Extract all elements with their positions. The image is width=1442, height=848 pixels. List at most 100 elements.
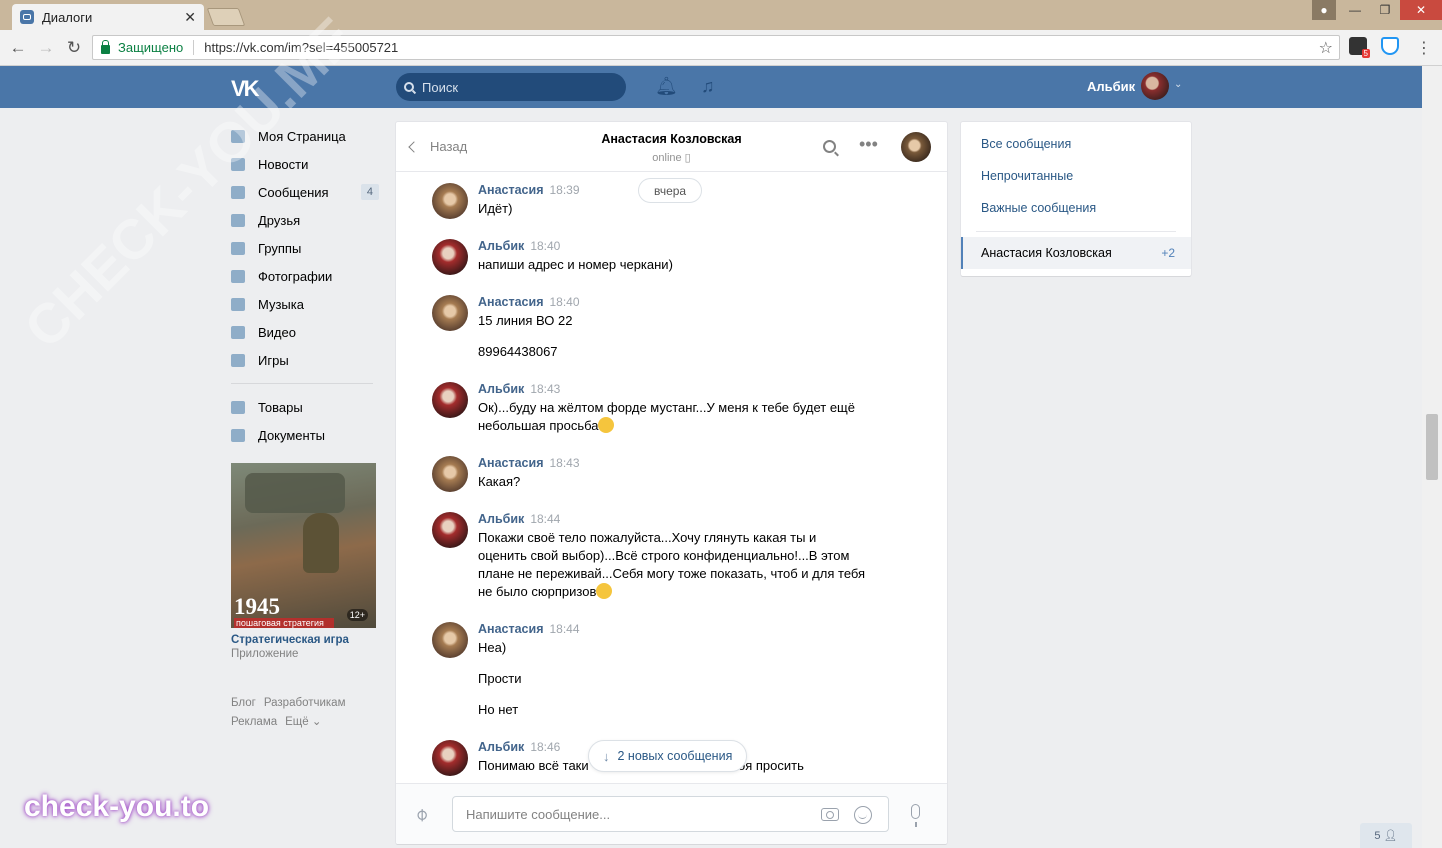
chevron-down-icon[interactable]: ⌄	[1174, 79, 1182, 90]
nav-item-video[interactable]: Видео	[231, 318, 381, 346]
message-author[interactable]: Анастасия 18:43	[478, 456, 580, 470]
vk-logo[interactable]: VK	[231, 76, 260, 102]
avatar[interactable]	[432, 456, 468, 492]
filter-all-messages[interactable]: Все сообщения	[981, 137, 1071, 151]
browser-tabbar: Диалоги ✕ ● — ❐ ✕	[0, 0, 1442, 30]
avatar[interactable]	[432, 382, 468, 418]
url-text[interactable]: https://vk.com/im?sel=455005721	[204, 40, 398, 55]
avatar[interactable]	[432, 512, 468, 548]
extension-icon[interactable]: 5	[1349, 37, 1370, 58]
message-time: 18:39	[549, 183, 580, 197]
nav-item-documents[interactable]: Документы	[231, 421, 381, 449]
filter-unread[interactable]: Непрочитанные	[981, 169, 1073, 183]
footer-link-developers[interactable]: Разработчикам	[264, 697, 346, 709]
message-author[interactable]: Альбик 18:40	[478, 239, 560, 253]
footer-link-blog[interactable]: Блог	[231, 697, 256, 709]
active-dialog-item[interactable]: Анастасия Козловская +2	[961, 237, 1191, 269]
nav-divider	[231, 383, 373, 384]
search-icon	[404, 82, 414, 92]
avatar[interactable]	[432, 740, 468, 776]
nav-item-music[interactable]: Музыка	[231, 290, 381, 318]
dialog-filters: Все сообщения Непрочитанные Важные сообщ…	[961, 122, 1191, 276]
nav-item-goods[interactable]: Товары	[231, 393, 381, 421]
bell-icon[interactable]: 🔔︎	[655, 76, 678, 97]
forward-arrow-icon[interactable]: →	[36, 38, 56, 58]
reload-icon[interactable]: ↻	[64, 38, 84, 58]
vk-header: VK 🔔︎ ♫ Альбик ⌄	[0, 66, 1422, 108]
message-text: напиши адрес и номер черкани)	[478, 257, 673, 272]
music-note-icon	[231, 297, 245, 311]
nav-item-messages[interactable]: Сообщения 4	[231, 178, 381, 206]
message-author[interactable]: Анастасия 18:39	[478, 183, 580, 197]
search-input[interactable]	[422, 79, 612, 95]
age-rating-badge: 12+	[346, 609, 368, 621]
maximize-button[interactable]: ❐	[1370, 0, 1400, 20]
document-icon	[231, 428, 245, 442]
close-window-button[interactable]: ✕	[1400, 0, 1442, 20]
avatar[interactable]	[432, 183, 468, 219]
footer-link-more[interactable]: Ещё ⌄	[285, 716, 321, 728]
message-text: Ок)...буду на жёлтом форде мустанг...У м…	[478, 400, 855, 433]
smiley-icon[interactable]	[854, 806, 872, 824]
avatar[interactable]	[1141, 72, 1169, 100]
ad-title[interactable]: Стратегическая игра	[231, 634, 381, 646]
microphone-icon[interactable]	[911, 804, 920, 827]
footer-link-ads[interactable]: Реклама	[231, 716, 277, 728]
nav-item-friends[interactable]: Друзья	[231, 206, 381, 234]
shield-extension-icon[interactable]	[1381, 37, 1399, 55]
more-icon[interactable]: •••	[859, 134, 878, 155]
arrow-down-icon: ↓	[603, 748, 610, 764]
nav-item-groups[interactable]: Группы	[231, 234, 381, 262]
new-messages-button[interactable]: ↓ 2 новых сообщения	[588, 740, 748, 772]
message-author[interactable]: Альбик 18:43	[478, 382, 560, 396]
user-name[interactable]: Альбик	[1087, 79, 1135, 94]
camera-icon[interactable]	[821, 808, 839, 821]
person-icon: 👤︎	[1383, 830, 1398, 842]
composer: ⌀	[396, 783, 947, 844]
chat-header: Назад Анастасия Козловская online ▯ •••	[396, 122, 947, 172]
scrollbar-thumb[interactable]	[1426, 414, 1438, 480]
minimize-button[interactable]: —	[1340, 0, 1370, 20]
message-author[interactable]: Альбик 18:46	[478, 740, 560, 754]
person-icon	[231, 213, 245, 227]
message-text: оя просить	[738, 758, 804, 773]
messages-count-badge: 4	[360, 184, 379, 200]
avatar[interactable]	[432, 295, 468, 331]
watermark-brand: check-you.to	[24, 790, 210, 823]
browser-tab[interactable]: Диалоги ✕	[12, 4, 204, 30]
back-arrow-icon[interactable]: ←	[8, 38, 28, 58]
new-tab-button[interactable]	[206, 8, 246, 26]
peer-avatar[interactable]	[901, 132, 931, 162]
message-time: 18:43	[549, 456, 580, 470]
tab-title: Диалоги	[42, 9, 93, 25]
ad-image[interactable]: 1945 пошаговая стратегия 12+	[231, 463, 376, 628]
message-author[interactable]: Альбик 18:44	[478, 512, 560, 526]
music-icon[interactable]: ♫	[701, 76, 715, 97]
nav-item-my-page[interactable]: Моя Страница	[231, 122, 381, 150]
footer-links: Блог Разработчикам Реклама Ещё ⌄	[231, 694, 381, 732]
nav-item-photos[interactable]: Фотографии	[231, 262, 381, 290]
home-icon	[231, 129, 245, 143]
profile-icon[interactable]: ●	[1312, 0, 1336, 20]
message-history[interactable]: вчера Анастасия 18:39 Идёт) Альбик 18:40 н…	[396, 173, 947, 783]
nav-item-games[interactable]: Игры	[231, 346, 381, 374]
online-friends-badge[interactable]: 5 👤︎	[1360, 823, 1412, 848]
browser-menu-icon[interactable]: ⋮	[1416, 38, 1432, 58]
filter-important[interactable]: Важные сообщения	[981, 201, 1096, 215]
message-text: 15 линия ВО 22	[478, 313, 573, 328]
camera-icon	[231, 269, 245, 283]
paperclip-icon[interactable]: ⌀	[410, 803, 433, 826]
search-icon[interactable]	[823, 140, 836, 153]
message-author[interactable]: Анастасия 18:44	[478, 622, 580, 636]
film-icon	[231, 325, 245, 339]
nav-item-news[interactable]: Новости	[231, 150, 381, 178]
address-bar[interactable]: Защищено https://vk.com/im?sel=455005721…	[92, 35, 1340, 60]
tank-graphic	[245, 473, 345, 513]
secure-label: Защищено	[118, 40, 195, 55]
tab-close-button[interactable]: ✕	[184, 9, 196, 26]
ad-subtitle: Приложение	[231, 648, 299, 660]
message-author[interactable]: Анастасия 18:40	[478, 295, 580, 309]
avatar[interactable]	[432, 622, 468, 658]
bookmark-star-icon[interactable]: ☆	[1319, 38, 1333, 58]
avatar[interactable]	[432, 239, 468, 275]
